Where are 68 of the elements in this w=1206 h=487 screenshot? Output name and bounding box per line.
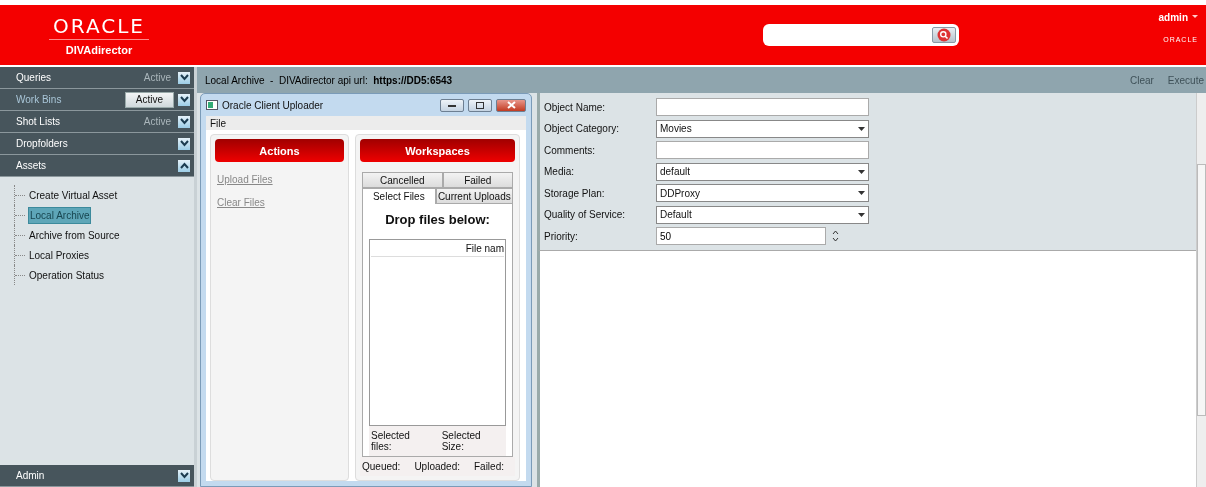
summary-label: Selected files: <box>371 430 411 452</box>
tree-item[interactable]: Local Archive <box>28 206 92 224</box>
window-title: Oracle Client Uploader <box>222 99 325 111</box>
maximize-icon <box>476 101 484 109</box>
search-button[interactable] <box>931 27 956 43</box>
tab[interactable]: Cancelled <box>362 172 443 188</box>
section-header: Actions <box>215 139 344 162</box>
column-header[interactable]: File nam <box>465 242 504 254</box>
maximize-button[interactable] <box>468 98 492 112</box>
dropdown-arrow-icon <box>858 126 865 131</box>
chevron-down-icon[interactable] <box>178 137 190 150</box>
field-label: Storage Plan: <box>544 187 606 199</box>
input-field[interactable] <box>656 141 869 160</box>
dropdown-arrow-icon <box>858 169 865 174</box>
dropdown[interactable]: DDProxy <box>656 184 869 203</box>
user-menu[interactable]: admin <box>1158 12 1198 23</box>
sidebar-section[interactable]: Queries Active <box>0 67 194 89</box>
summary-label: Selected Size: <box>441 430 482 452</box>
sidebar-section[interactable]: Work Bins Active <box>0 89 194 111</box>
close-icon <box>506 101 516 109</box>
close-button[interactable] <box>496 98 526 112</box>
scrollbar[interactable] <box>1196 93 1206 487</box>
chevron-down-icon[interactable] <box>178 71 190 84</box>
active-toggle[interactable]: Active <box>143 72 171 83</box>
active-toggle[interactable]: Active <box>143 116 171 127</box>
dropdown[interactable]: default <box>656 162 869 181</box>
dropdown[interactable]: Movies <box>656 119 869 138</box>
dropdown-arrow-icon <box>858 212 865 217</box>
field-label: Quality of Service: <box>544 209 627 221</box>
menu-item[interactable]: File <box>210 117 227 129</box>
input-field[interactable]: 50 <box>656 227 826 246</box>
field-label: Object Category: <box>544 123 621 135</box>
tree-item[interactable]: Operation Status <box>28 267 106 283</box>
brand-logo: ORACLE <box>49 14 149 40</box>
chevron-down-icon[interactable] <box>178 115 190 128</box>
chevron-down-icon[interactable] <box>178 93 190 106</box>
input-field[interactable] <box>656 98 869 117</box>
status-label: Failed: <box>473 461 504 472</box>
minimize-icon <box>448 103 456 107</box>
chevron-up-icon[interactable] <box>178 159 190 172</box>
app-icon <box>206 100 218 110</box>
dropdown[interactable]: Default <box>656 205 869 224</box>
product-name: DIVAdirector <box>65 43 133 56</box>
sidebar-section[interactable]: Dropfolders <box>0 133 194 155</box>
active-button[interactable]: Active <box>124 91 174 108</box>
minimize-button[interactable] <box>440 98 464 112</box>
field-label: Priority: <box>544 230 579 242</box>
tab[interactable]: Failed <box>442 172 513 188</box>
search-field[interactable] <box>762 24 959 46</box>
spinner-arrows-icon[interactable] <box>832 229 839 244</box>
status-label: Queued: <box>362 461 401 472</box>
sidebar-section[interactable]: Assets <box>0 155 194 177</box>
tree-item[interactable]: Archive from Source <box>28 227 121 243</box>
sidebar-section[interactable]: Admin <box>0 465 194 487</box>
tab[interactable]: Current Uploads <box>435 188 513 204</box>
tab[interactable]: Select Files <box>362 188 436 204</box>
status-label: Uploaded: <box>414 461 460 472</box>
toolbar-title: Local Archive - DIVAdirector api url: https://DD5:6543 <box>205 74 454 86</box>
field-label: Object Name: <box>544 101 607 113</box>
field-label: Comments: <box>544 144 597 156</box>
chevron-down-icon[interactable] <box>178 469 190 482</box>
dropdown-arrow-icon <box>858 191 865 196</box>
sidebar-section[interactable]: Shot Lists Active <box>0 111 194 133</box>
tree-item[interactable]: Local Proxies <box>28 247 91 263</box>
field-label: Media: <box>544 166 575 178</box>
section-header: Workspaces <box>360 139 515 162</box>
drop-heading: Drop files below: <box>384 212 491 227</box>
tree-item[interactable]: Create Virtual Asset <box>28 187 119 203</box>
